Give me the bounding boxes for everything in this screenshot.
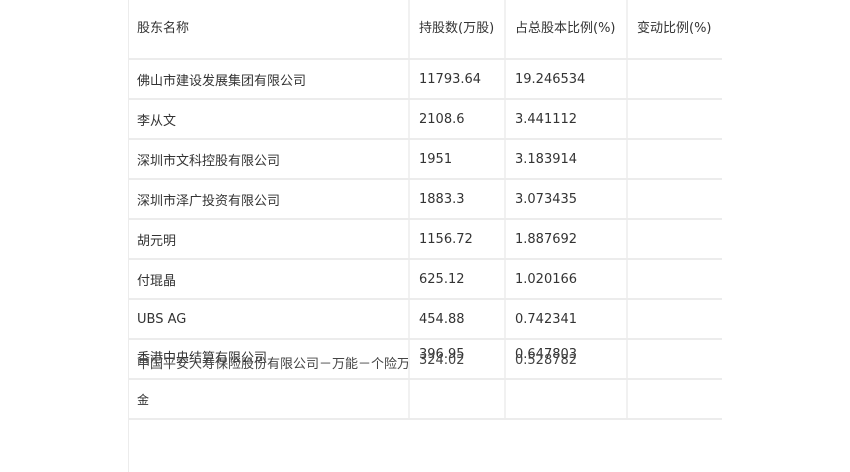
header-ratio: 占总股本比例(%) [505, 0, 628, 60]
holder-ratio: 1.887692 [505, 219, 628, 260]
table-row: 深圳市文科控股有限公司 1951 3.183914 [128, 139, 722, 180]
overlap-shares-cell: 396.95 324.02 [409, 339, 506, 380]
holder-name: 付琨晶 [128, 259, 410, 300]
header-shares: 持股数(万股) [409, 0, 506, 60]
holder-change [627, 299, 722, 340]
holder-shares: 1883.3 [409, 179, 506, 220]
holder-ratio: 0.742341 [505, 299, 628, 340]
holder-change [627, 179, 722, 220]
table-row: 佛山市建设发展集团有限公司 11793.64 19.246534 [128, 59, 722, 100]
overlap-name-cell: 香港中央结算有限公司 中国平安人寿保险股份有限公司－万能－个险万能 [128, 339, 410, 380]
holder-shares: 1951 [409, 139, 506, 180]
overlapping-rows: 香港中央结算有限公司 中国平安人寿保险股份有限公司－万能－个险万能 396.95… [128, 339, 722, 380]
table-row: UBS AG 454.88 0.742341 [128, 299, 722, 340]
shareholder-table: 股东名称 持股数(万股) 占总股本比例(%) 变动比例(%) 佛山市建设发展集团… [128, 0, 722, 420]
holder-name: 深圳市泽广投资有限公司 [128, 179, 410, 220]
holder-shares: 1156.72 [409, 219, 506, 260]
holder-change [627, 219, 722, 260]
header-holder-name: 股东名称 [128, 0, 410, 60]
table-row: 李从文 2108.6 3.441112 [128, 99, 722, 140]
holder-change [627, 139, 722, 180]
holder-name: 胡元明 [128, 219, 410, 260]
table-row: 深圳市泽广投资有限公司 1883.3 3.073435 [128, 179, 722, 220]
holder-ratio: 1.020166 [505, 259, 628, 300]
overlap-ratio-cell: 0.647803 0.528782 [505, 339, 628, 380]
holder-name: UBS AG [128, 299, 410, 340]
holder-shares: 454.88 [409, 299, 506, 340]
holder-ratio: 3.183914 [505, 139, 628, 180]
holder-shares: 625.12 [409, 259, 506, 300]
holder-name-overflow: 金 [128, 379, 410, 420]
header-change: 变动比例(%) [627, 0, 722, 60]
holder-change [627, 339, 722, 380]
holder-shares: 11793.64 [409, 59, 506, 100]
table-row: 付琨晶 625.12 1.020166 [128, 259, 722, 300]
holder-name: 佛山市建设发展集团有限公司 [128, 59, 410, 100]
holder-ratio: 0.528782 [515, 353, 578, 368]
table-row: 金 [128, 379, 722, 420]
holder-name: 深圳市文科控股有限公司 [128, 139, 410, 180]
table-header-row: 股东名称 持股数(万股) 占总股本比例(%) 变动比例(%) [128, 0, 722, 60]
holder-shares: 324.02 [419, 353, 465, 368]
holder-name: 李从文 [128, 99, 410, 140]
holder-change [627, 59, 722, 100]
holder-shares: 2108.6 [409, 99, 506, 140]
holder-ratio: 3.073435 [505, 179, 628, 220]
table-row: 胡元明 1156.72 1.887692 [128, 219, 722, 260]
holder-change [627, 259, 722, 300]
holder-ratio: 3.441112 [505, 99, 628, 140]
holder-name: 中国平安人寿保险股份有限公司－万能－个险万能 [137, 357, 409, 372]
holder-change [627, 99, 722, 140]
holder-ratio: 19.246534 [505, 59, 628, 100]
